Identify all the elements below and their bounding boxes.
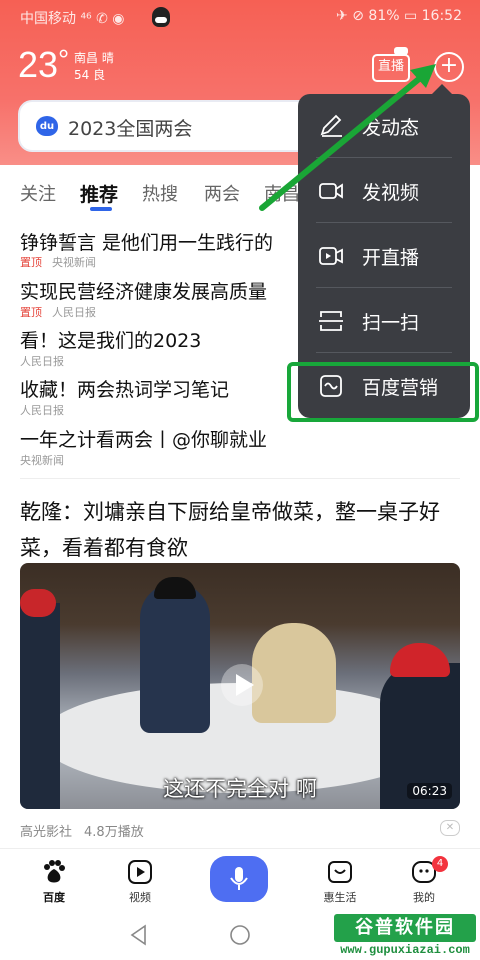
menu-label: 开直播: [362, 247, 420, 269]
news-source: 人民日报: [20, 404, 64, 417]
tab-recommend[interactable]: 推荐: [80, 180, 118, 207]
carrier-info: 中国移动 ⁴⁶ ✆ ◉: [20, 11, 125, 27]
status-bar: 中国移动 ⁴⁶ ✆ ◉ ✈ ⊘ 81% ▭ 16:52: [0, 0, 480, 36]
nav-label: 我的: [413, 891, 435, 904]
feature-title[interactable]: 乾隆：刘墉亲自下厨给皇帝做菜，整一桌子好菜，看着都有食欲: [20, 494, 460, 566]
news-title-4[interactable]: 收藏！两会热词学习笔记: [20, 375, 229, 402]
status-right: ✈ ⊘ 81% ▭ 16:52: [336, 8, 462, 24]
live-indicator-icon: [394, 47, 408, 55]
news-title-1[interactable]: 铮铮誓言 是他们用一生践行的: [20, 228, 273, 255]
notification-badge: 4: [432, 856, 448, 872]
search-placeholder: 2023全国两会: [68, 118, 193, 140]
weather-info[interactable]: 南昌 晴 54 良: [74, 50, 114, 84]
divider: [20, 478, 460, 479]
tab-follow[interactable]: 关注: [20, 180, 56, 206]
news-source: 人民日报: [52, 306, 96, 319]
nav-label: 百度: [43, 891, 65, 904]
video-scene-figure: [140, 577, 210, 733]
news-title-3[interactable]: 看！这是我们的2023: [20, 326, 201, 353]
nav-label: 惠生活: [323, 891, 357, 904]
video-meta: 高光影社 4.8万播放: [20, 821, 156, 840]
play-icon[interactable]: [220, 663, 264, 707]
news-meta-4: 人民日报: [20, 402, 64, 418]
video-source[interactable]: 高光影社: [20, 825, 72, 840]
news-meta-2: 置顶 人民日报: [20, 304, 96, 320]
watermark: 谷普软件园 www.gupuxiazai.com: [334, 914, 476, 960]
news-meta-1: 置顶 央视新闻: [20, 254, 96, 270]
video-duration: 06:23: [407, 783, 452, 799]
watermark-title: 谷普软件园: [334, 914, 476, 942]
pinned-badge: 置顶: [20, 306, 42, 319]
nav-mine[interactable]: 我的: [384, 849, 464, 915]
microphone-icon: [230, 867, 248, 890]
menu-label: 发视频: [362, 182, 420, 204]
nav-video[interactable]: 视频: [100, 849, 180, 915]
live-button[interactable]: 直播: [372, 54, 410, 82]
news-source: 人民日报: [20, 355, 64, 368]
pinned-badge: 置顶: [20, 256, 42, 269]
add-icon[interactable]: +: [434, 52, 464, 82]
life-icon: [328, 861, 352, 883]
news-source: 央视新闻: [20, 454, 64, 467]
nav-baidu[interactable]: 百度: [14, 849, 94, 915]
back-icon[interactable]: [128, 924, 150, 946]
baidu-paw-icon: [44, 860, 65, 883]
camera-icon: [319, 183, 343, 199]
menu-item-video[interactable]: 发视频: [298, 159, 470, 223]
dislike-icon[interactable]: ✕: [440, 820, 460, 836]
live-icon: [319, 247, 343, 265]
video-subtitle: 这还不完全对 啊: [163, 777, 317, 801]
nav-life[interactable]: 惠生活: [300, 849, 380, 915]
qq-icon: [152, 7, 170, 27]
video-player[interactable]: 这还不完全对 啊 06:23: [20, 563, 460, 809]
baidu-logo-icon: du: [36, 116, 58, 136]
scan-icon: [319, 311, 343, 331]
tab-nanchang[interactable]: 南昌: [264, 180, 300, 206]
news-meta-5: 央视新闻: [20, 452, 64, 468]
watermark-url: www.gupuxiazai.com: [340, 943, 470, 957]
voice-search-button[interactable]: [210, 856, 268, 902]
highlight-box: [287, 362, 479, 422]
news-source: 央视新闻: [52, 256, 96, 269]
menu-label: 扫一扫: [362, 312, 420, 334]
tab-lianghui[interactable]: 两会: [204, 180, 240, 206]
news-title-2[interactable]: 实现民营经济健康发展高质量: [20, 277, 267, 304]
menu-label: 发动态: [362, 117, 420, 139]
home-icon[interactable]: [229, 924, 251, 946]
active-tab-underline: [90, 207, 112, 211]
video-icon: [128, 860, 152, 884]
video-scene-figure: [252, 623, 336, 723]
weather-city: 南昌 晴: [74, 51, 114, 65]
news-title-5[interactable]: 一年之计看两会丨@你聊就业: [20, 425, 267, 452]
tab-hot[interactable]: 热搜: [142, 180, 178, 206]
weather-aqi: 54 良: [74, 68, 106, 82]
temperature-value: 23: [18, 44, 59, 85]
menu-item-scan[interactable]: 扫一扫: [298, 289, 470, 353]
nav-label: 视频: [129, 891, 151, 904]
menu-item-post[interactable]: 发动态: [298, 94, 470, 158]
video-plays: 4.8万播放: [84, 825, 144, 840]
popup-pointer: [432, 84, 452, 94]
weather-temperature[interactable]: 23°: [18, 44, 69, 86]
pencil-icon: [320, 114, 342, 137]
menu-item-live[interactable]: 开直播: [298, 224, 470, 288]
degree-symbol: °: [58, 44, 70, 75]
news-meta-3: 人民日报: [20, 353, 64, 369]
